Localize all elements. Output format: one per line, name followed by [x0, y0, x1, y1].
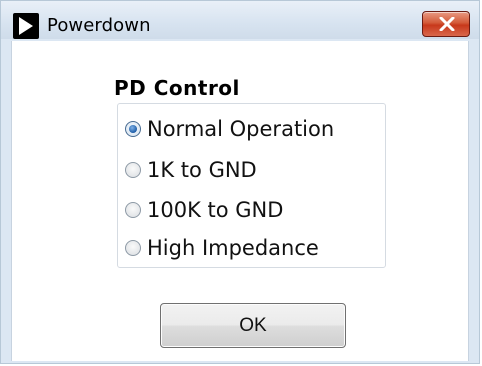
radio-button-icon[interactable] [125, 240, 141, 256]
radio-button-icon[interactable] [125, 162, 141, 178]
radio-label[interactable]: 1K to GND [147, 157, 257, 183]
ok-button[interactable]: OK [160, 303, 346, 348]
radio-label[interactable]: High Impedance [147, 235, 319, 261]
radio-normal-operation[interactable]: Normal Operation [125, 114, 334, 144]
pd-control-label: PD Control [114, 76, 240, 100]
radio-100k-to-gnd[interactable]: 100K to GND [125, 195, 283, 225]
radio-selected-dot [129, 125, 137, 133]
close-button[interactable] [422, 11, 470, 37]
close-x-icon [439, 17, 455, 31]
radio-high-impedance[interactable]: High Impedance [125, 233, 319, 263]
window-title: Powerdown [47, 15, 151, 36]
radio-button-icon[interactable] [125, 121, 141, 137]
radio-label[interactable]: Normal Operation [147, 116, 334, 142]
radio-label[interactable]: 100K to GND [147, 197, 283, 223]
radio-button-icon[interactable] [125, 202, 141, 218]
radio-1k-to-gnd[interactable]: 1K to GND [125, 155, 257, 185]
title-bar[interactable]: Powerdown [1, 1, 479, 39]
play-arrow-icon [13, 13, 39, 39]
